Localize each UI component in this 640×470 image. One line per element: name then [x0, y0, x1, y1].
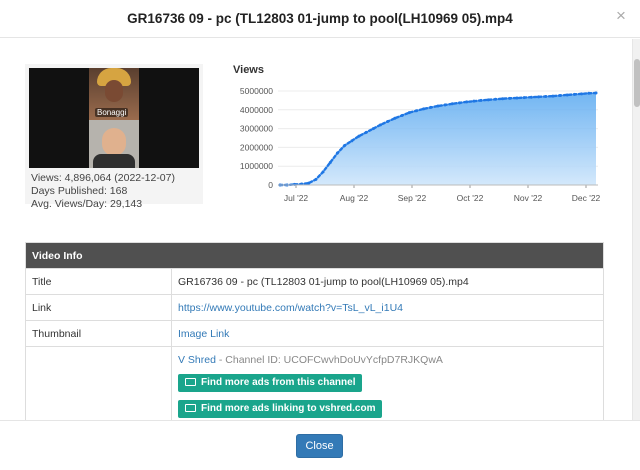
data-point: [429, 105, 433, 109]
video-info-table: Video Info Title GR16736 09 - pc (TL1280…: [25, 242, 604, 420]
views-stat: Views: 4,896,064 (2022-12-07): [31, 172, 175, 184]
y-tick-label: 4000000: [240, 105, 273, 115]
views-chart: 5000000 4000000 3000000 2000000 1000000 0 Jul …: [240, 86, 601, 203]
channel-id: - Channel ID: UCOFCwvhDoUvYcfpD7RJKQwA: [218, 354, 443, 366]
close-button[interactable]: Close: [296, 434, 343, 458]
data-point: [450, 102, 454, 106]
data-point: [493, 97, 497, 101]
table-row: Title GR16736 09 - pc (TL12803 01-jump t…: [25, 268, 604, 295]
data-point: [436, 104, 440, 108]
data-point: [335, 151, 339, 155]
channel-label: [25, 346, 172, 420]
x-tick-label: Dec '22: [572, 193, 601, 203]
x-tick-label: Nov '22: [514, 193, 543, 203]
data-point: [379, 123, 383, 127]
x-tick-label: Sep '22: [398, 193, 427, 203]
data-point: [544, 94, 548, 98]
data-point: [393, 116, 397, 120]
table-row: V Shred - Channel ID: UCOFCwvhDoUvYcfpD7…: [25, 346, 604, 420]
x-tick-label: Aug '22: [340, 193, 369, 203]
data-point: [422, 107, 426, 111]
close-icon[interactable]: ×: [612, 7, 630, 25]
y-tick-label: 2000000: [240, 142, 273, 152]
data-point: [343, 144, 347, 148]
data-point: [486, 98, 490, 102]
chart-title: Views: [233, 64, 264, 76]
modal-title: GR16736 09 - pc (TL12803 01-jump to pool…: [127, 11, 513, 26]
avg-views-stat: Avg. Views/Day: 29,143: [31, 198, 143, 210]
x-tick-label: Oct '22: [457, 193, 484, 203]
data-point: [472, 99, 476, 103]
data-point: [314, 177, 318, 181]
youtube-link[interactable]: https://www.youtube.com/watch?v=TsL_vL_i…: [178, 302, 403, 314]
title-value: GR16736 09 - pc (TL12803 01-jump to pool…: [171, 268, 604, 295]
scrollbar-thumb[interactable]: [634, 59, 640, 107]
y-tick-label: 5000000: [240, 86, 273, 96]
bottom-person-image: [89, 120, 139, 168]
modal-header: GR16736 09 - pc (TL12803 01-jump to pool…: [0, 0, 640, 38]
data-point: [558, 94, 562, 98]
thumbnail-image-link[interactable]: Image Link: [178, 328, 229, 340]
video-info-header: Video Info: [25, 242, 604, 269]
data-point: [515, 96, 519, 100]
monitor-icon: [185, 378, 196, 386]
data-point: [522, 96, 526, 100]
title-label: Title: [25, 268, 172, 295]
data-point: [371, 127, 375, 131]
find-ads-linking-button[interactable]: Find more ads linking to vshred.com: [178, 400, 383, 418]
data-point: [414, 109, 418, 113]
data-point: [594, 91, 598, 95]
data-point: [386, 119, 390, 123]
data-point: [458, 101, 462, 105]
data-point: [529, 95, 533, 99]
video-preview-panel: Bonaggi Views: 4,896,064 (2022-12-07) Da…: [25, 64, 203, 210]
data-point: [465, 100, 469, 104]
table-row: Link https://www.youtube.com/watch?v=TsL…: [25, 294, 604, 321]
data-point: [357, 134, 361, 138]
data-point: [580, 92, 584, 96]
data-point: [307, 181, 311, 185]
data-point: [572, 92, 576, 96]
data-point: [565, 93, 569, 97]
modal-footer: Close: [0, 420, 640, 470]
y-tick-label: 0: [268, 180, 273, 190]
data-point: [328, 160, 332, 164]
days-published-stat: Days Published: 168: [31, 185, 128, 197]
y-tick-label: 1000000: [240, 161, 273, 171]
video-thumbnail-image[interactable]: Bonaggi: [29, 68, 199, 168]
scrollbar[interactable]: [632, 39, 640, 420]
find-ads-channel-button[interactable]: Find more ads from this channel: [178, 374, 363, 392]
data-point: [587, 91, 591, 95]
thumbnail-label: Thumbnail: [25, 320, 172, 347]
data-point: [443, 103, 447, 107]
channel-link[interactable]: V Shred: [178, 354, 216, 366]
data-point: [407, 111, 411, 115]
data-point: [364, 130, 368, 134]
data-point: [501, 97, 505, 101]
data-point: [479, 98, 483, 102]
modal-body: Bonaggi Views: 4,896,064 (2022-12-07) Da…: [0, 39, 632, 420]
y-tick-label: 3000000: [240, 124, 273, 134]
data-point: [508, 96, 512, 100]
x-tick-label: Jul '22: [284, 193, 309, 203]
data-point: [321, 170, 325, 174]
data-point: [537, 95, 541, 99]
table-row: Thumbnail Image Link: [25, 320, 604, 347]
thumbnail-caption: Bonaggi: [95, 108, 129, 117]
monitor-icon: [185, 404, 196, 412]
data-point: [350, 139, 354, 143]
data-point: [551, 94, 555, 98]
top-person-image: Bonaggi: [89, 68, 139, 120]
data-point: [400, 113, 404, 117]
link-label: Link: [25, 294, 172, 321]
